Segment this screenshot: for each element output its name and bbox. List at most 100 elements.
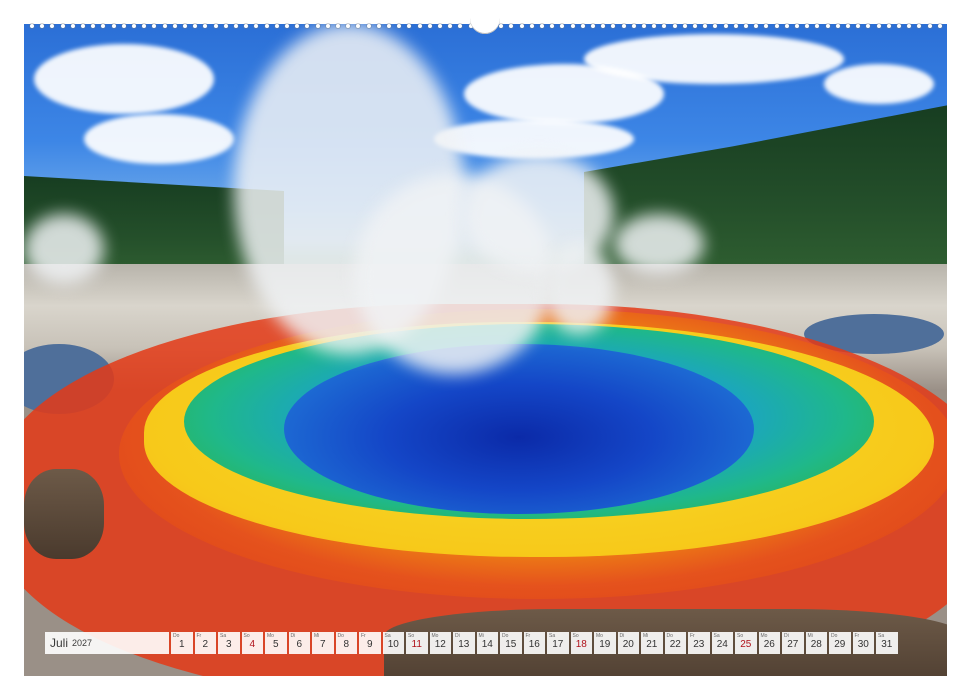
binding-hole xyxy=(132,24,136,28)
day-cell: So 25 xyxy=(735,632,757,654)
binding-hole xyxy=(244,24,249,28)
day-cell: Sa 24 xyxy=(711,632,733,654)
binding-hole xyxy=(642,24,646,28)
day-cell: Mo 12 xyxy=(429,632,451,654)
binding-hole xyxy=(499,24,504,28)
binding-hole xyxy=(886,24,891,28)
binding-hole xyxy=(856,24,861,28)
binding-hole xyxy=(846,24,850,28)
binding-hole xyxy=(723,24,728,28)
day-cell: Mo 5 xyxy=(265,632,287,654)
binding-hole xyxy=(91,24,96,28)
binding-hole xyxy=(529,24,534,28)
binding-hole xyxy=(254,24,259,28)
binding-hole xyxy=(662,24,667,28)
binding-hole xyxy=(682,24,687,28)
binding-hole xyxy=(427,24,432,28)
day-number: 13 xyxy=(458,639,470,650)
binding-hole xyxy=(40,24,45,28)
cloud xyxy=(824,64,934,104)
calendar-bar: Juli 2027 Do 1 Fr 2 Sa 3 So 4 Mo 5 Di 6 Mi 7 Do 8 Fr 9 Sa 1… xyxy=(45,632,925,654)
day-cell: Di 20 xyxy=(617,632,639,654)
day-number: 1 xyxy=(178,639,185,650)
steam-plume xyxy=(544,244,614,334)
binding-hole xyxy=(417,24,422,28)
binding-hole xyxy=(509,24,514,28)
binding-hole xyxy=(60,24,65,28)
day-number: 7 xyxy=(319,639,326,650)
day-number: 24 xyxy=(716,639,728,650)
day-number: 22 xyxy=(669,639,681,650)
day-number: 11 xyxy=(411,639,422,650)
day-number: 26 xyxy=(763,639,775,650)
binding-hole xyxy=(121,24,126,28)
binding-hole xyxy=(550,24,555,28)
day-number: 8 xyxy=(343,639,350,650)
mud-flat xyxy=(24,469,104,559)
deep-blue-pool xyxy=(284,344,754,514)
binding-hole xyxy=(519,24,524,28)
day-cell: Do 15 xyxy=(500,632,522,654)
binding-hole xyxy=(907,24,912,28)
day-cell: Sa 31 xyxy=(876,632,898,654)
binding-hole xyxy=(601,24,606,28)
binding-hole xyxy=(815,24,820,28)
binding-hole xyxy=(397,24,402,28)
binding-hole xyxy=(101,24,106,28)
day-number: 30 xyxy=(857,639,869,650)
month-year: 2027 xyxy=(72,638,93,648)
day-number: 10 xyxy=(387,639,399,650)
binding-hole xyxy=(315,24,320,28)
binding-hole xyxy=(917,24,922,28)
day-number: 25 xyxy=(740,639,752,650)
cloud xyxy=(584,34,844,84)
binding-hole xyxy=(866,24,871,28)
binding-hole xyxy=(835,24,840,28)
binding-hole xyxy=(448,24,453,28)
day-number: 18 xyxy=(575,639,587,650)
binding-hole xyxy=(356,24,361,28)
day-cell: Mi 14 xyxy=(476,632,498,654)
binding-hole xyxy=(764,24,769,28)
binding-hole xyxy=(183,24,187,28)
day-cell: Sa 17 xyxy=(547,632,569,654)
day-cell: Fr 9 xyxy=(359,632,381,654)
day-number: 28 xyxy=(810,639,822,650)
day-number: 27 xyxy=(787,639,799,650)
day-cell: Mi 28 xyxy=(805,632,827,654)
binding-hole xyxy=(193,24,198,28)
binding-hole xyxy=(927,24,932,28)
month-label: Juli 2027 xyxy=(45,632,169,654)
binding-hole xyxy=(560,24,565,28)
binding-hole xyxy=(897,24,901,28)
binding-hole xyxy=(336,24,340,28)
cloud xyxy=(434,119,634,159)
binding-hole xyxy=(754,24,759,28)
day-cell: Di 13 xyxy=(453,632,475,654)
binding-hole xyxy=(570,24,575,28)
day-cell: So 11 xyxy=(406,632,428,654)
binding-hole xyxy=(774,24,779,28)
binding-hole xyxy=(305,24,310,28)
binding-hole xyxy=(703,24,708,28)
binding-hole xyxy=(805,24,810,28)
cloud xyxy=(34,44,214,114)
binding-hole xyxy=(213,24,218,28)
day-cell: Di 27 xyxy=(782,632,804,654)
binding-hole xyxy=(111,24,116,28)
day-cell: Do 22 xyxy=(664,632,686,654)
binding-hole xyxy=(744,24,748,28)
day-cell: Do 29 xyxy=(829,632,851,654)
binding-hole xyxy=(652,24,657,28)
binding-hole xyxy=(672,24,677,28)
day-cell: So 18 xyxy=(570,632,592,654)
day-number: 9 xyxy=(366,639,373,650)
binding-hole xyxy=(295,24,300,28)
binding-hole xyxy=(591,24,595,28)
day-number: 21 xyxy=(646,639,658,650)
day-number: 6 xyxy=(296,639,303,650)
day-cell: Mi 7 xyxy=(312,632,334,654)
binding-hole xyxy=(387,24,391,28)
day-number: 17 xyxy=(552,639,564,650)
cloud xyxy=(84,114,234,164)
